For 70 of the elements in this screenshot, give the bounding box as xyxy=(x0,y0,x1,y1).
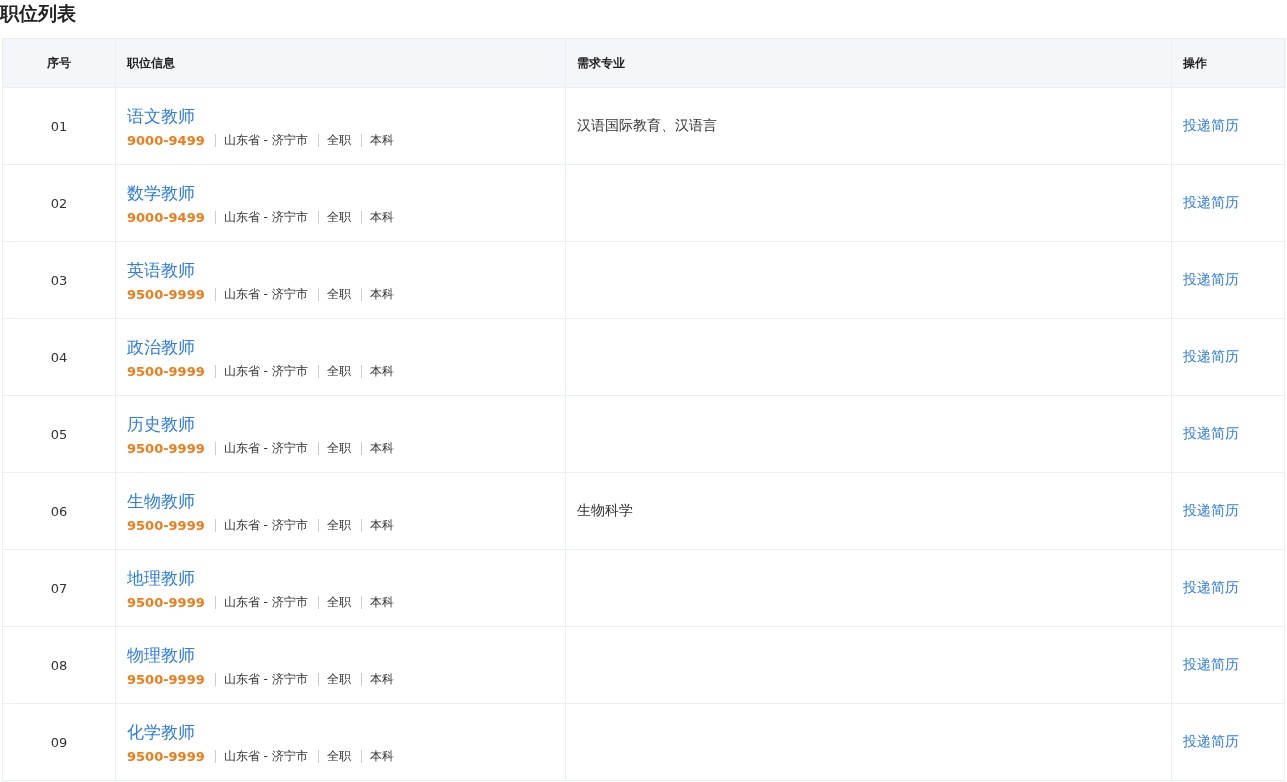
job-type-text: 全职 xyxy=(317,749,351,763)
salary-range: 9500-9999 xyxy=(127,594,205,610)
education-text: 本科 xyxy=(360,287,394,301)
submit-resume-link[interactable]: 投递简历 xyxy=(1183,502,1239,520)
job-type-text: 全职 xyxy=(317,672,351,686)
position-link[interactable]: 物理教师 xyxy=(127,643,195,667)
location-text: 山东省 - 济宁市 xyxy=(214,749,308,763)
education-text: 本科 xyxy=(360,364,394,378)
education-text: 本科 xyxy=(360,595,394,609)
major-cell: 汉语国际教育、汉语言 xyxy=(566,88,1172,165)
row-number: 05 xyxy=(50,426,68,442)
row-number: 04 xyxy=(50,349,68,365)
job-type-text: 全职 xyxy=(317,210,351,224)
submit-resume-link[interactable]: 投递简历 xyxy=(1183,348,1239,366)
row-number: 06 xyxy=(50,503,68,519)
salary-range: 9500-9999 xyxy=(127,440,205,456)
education-text: 本科 xyxy=(360,518,394,532)
column-header: 职位信息 xyxy=(116,39,566,88)
job-type-text: 全职 xyxy=(317,441,351,455)
salary-range: 9000-9499 xyxy=(127,132,205,148)
job-type-text: 全职 xyxy=(317,133,351,147)
submit-resume-link[interactable]: 投递简历 xyxy=(1183,271,1239,289)
column-header: 序号 xyxy=(3,39,116,88)
submit-resume-link[interactable]: 投递简历 xyxy=(1183,425,1239,443)
position-link[interactable]: 语文教师 xyxy=(127,104,195,128)
salary-range: 9000-9499 xyxy=(127,209,205,225)
education-text: 本科 xyxy=(360,210,394,224)
education-text: 本科 xyxy=(360,672,394,686)
position-link[interactable]: 英语教师 xyxy=(127,258,195,282)
page-title: 职位列表 xyxy=(0,1,77,26)
position-link[interactable]: 化学教师 xyxy=(127,720,195,744)
row-number: 01 xyxy=(50,118,68,134)
salary-range: 9500-9999 xyxy=(127,517,205,533)
salary-range: 9500-9999 xyxy=(127,363,205,379)
location-text: 山东省 - 济宁市 xyxy=(214,210,308,224)
position-link[interactable]: 生物教师 xyxy=(127,489,195,513)
position-link[interactable]: 地理教师 xyxy=(127,566,195,590)
education-text: 本科 xyxy=(360,749,394,763)
location-text: 山东省 - 济宁市 xyxy=(214,133,308,147)
submit-resume-link[interactable]: 投递简历 xyxy=(1183,194,1239,212)
location-text: 山东省 - 济宁市 xyxy=(214,595,308,609)
row-number: 03 xyxy=(50,272,68,288)
position-link[interactable]: 数学教师 xyxy=(127,181,195,205)
salary-range: 9500-9999 xyxy=(127,748,205,764)
location-text: 山东省 - 济宁市 xyxy=(214,364,308,378)
submit-resume-link[interactable]: 投递简历 xyxy=(1183,579,1239,597)
row-number: 09 xyxy=(50,734,68,750)
position-link[interactable]: 政治教师 xyxy=(127,335,195,359)
row-number: 02 xyxy=(50,195,68,211)
salary-range: 9500-9999 xyxy=(127,671,205,687)
position-link[interactable]: 历史教师 xyxy=(127,412,195,436)
submit-resume-link[interactable]: 投递简历 xyxy=(1183,117,1239,135)
job-type-text: 全职 xyxy=(317,287,351,301)
education-text: 本科 xyxy=(360,133,394,147)
job-type-text: 全职 xyxy=(317,364,351,378)
location-text: 山东省 - 济宁市 xyxy=(214,441,308,455)
location-text: 山东省 - 济宁市 xyxy=(214,518,308,532)
location-text: 山东省 - 济宁市 xyxy=(214,287,308,301)
row-number: 08 xyxy=(50,657,68,673)
job-type-text: 全职 xyxy=(317,518,351,532)
column-header: 需求专业 xyxy=(566,39,1172,88)
submit-resume-link[interactable]: 投递简历 xyxy=(1183,656,1239,674)
major-cell: 生物科学 xyxy=(566,473,1172,550)
location-text: 山东省 - 济宁市 xyxy=(214,672,308,686)
column-header: 操作 xyxy=(1172,39,1285,88)
salary-range: 9500-9999 xyxy=(127,286,205,302)
job-type-text: 全职 xyxy=(317,595,351,609)
education-text: 本科 xyxy=(360,441,394,455)
submit-resume-link[interactable]: 投递简历 xyxy=(1183,733,1239,751)
row-number: 07 xyxy=(50,580,68,596)
